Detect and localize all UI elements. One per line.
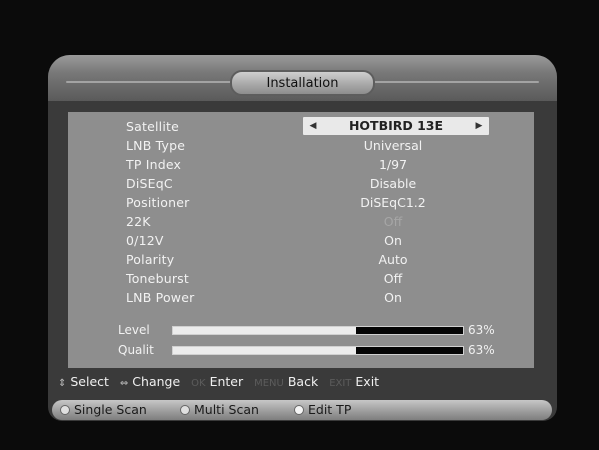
single-scan-button[interactable]: Single Scan	[60, 400, 147, 420]
setting-row-satellite[interactable]: Satellite	[68, 117, 534, 136]
quality-bar	[172, 346, 464, 355]
setting-row-lnb-power[interactable]: LNB Power On	[68, 288, 534, 307]
help-enter: Enter	[209, 374, 244, 389]
help-back: Back	[287, 374, 319, 389]
setting-row-positioner[interactable]: Positioner DiSEqC1.2	[68, 193, 534, 212]
page-title: Installation	[230, 70, 375, 96]
22k-label: 22K	[126, 214, 151, 229]
0-12v-label: 0/12V	[126, 233, 164, 248]
setting-row-0-12v[interactable]: 0/12V On	[68, 231, 534, 250]
exit-key-label: EXIT	[329, 378, 352, 389]
help-change: Change	[132, 374, 181, 389]
22k-value: Off	[383, 214, 403, 229]
diseqc-value: Disable	[369, 176, 417, 191]
lnb-power-value: On	[384, 290, 402, 305]
tp-index-value: 1/97	[378, 157, 408, 172]
polarity-value: Auto	[378, 252, 408, 267]
ok-key-label: OK	[191, 378, 206, 389]
setting-row-tp-index[interactable]: TP Index 1/97	[68, 155, 534, 174]
help-bar: ⇕ Select ⇔ Change OK Enter MENU Back EXI…	[58, 372, 538, 392]
toneburst-label: Toneburst	[126, 271, 189, 286]
menu-key-label: MENU	[254, 378, 284, 389]
0-12v-value: On	[384, 233, 402, 248]
change-key-icon: ⇔	[119, 378, 129, 389]
signal-quality-row: Qualit 63%	[68, 342, 534, 358]
quality-bar-fill	[173, 347, 356, 354]
satellite-label: Satellite	[126, 119, 179, 134]
edit-tp-label: Edit TP	[308, 402, 352, 417]
setting-row-lnb-type[interactable]: LNB Type Universal	[68, 136, 534, 155]
select-key-icon: ⇕	[58, 378, 67, 389]
tp-index-label: TP Index	[126, 157, 182, 172]
help-exit: Exit	[355, 374, 380, 389]
level-percent: 63%	[468, 323, 495, 337]
positioner-label: Positioner	[126, 195, 190, 210]
polarity-label: Polarity	[126, 252, 175, 267]
lnb-power-label: LNB Power	[126, 290, 195, 305]
setting-row-polarity[interactable]: Polarity Auto	[68, 250, 534, 269]
edit-tp-button[interactable]: Edit TP	[294, 400, 351, 420]
scan-bar: Single Scan Multi Scan Edit TP	[52, 400, 552, 420]
quality-percent: 63%	[468, 343, 495, 357]
diseqc-label: DiSEqC	[126, 176, 173, 191]
signal-level-row: Level 63%	[68, 322, 534, 338]
setting-row-toneburst[interactable]: Toneburst Off	[68, 269, 534, 288]
lnb-type-label: LNB Type	[126, 138, 186, 153]
multi-scan-label: Multi Scan	[194, 402, 259, 417]
quality-label: Qualit	[118, 343, 154, 357]
toneburst-value: Off	[383, 271, 403, 286]
red-dot-icon	[60, 405, 70, 415]
level-bar	[172, 326, 464, 335]
setting-row-diseqc[interactable]: DiSEqC Disable	[68, 174, 534, 193]
lnb-type-value: Universal	[363, 138, 423, 153]
setting-row-22k: 22K Off	[68, 212, 534, 231]
settings-panel: ◀ HOTBIRD 13E ▶ Satellite LNB Type Unive…	[68, 112, 534, 368]
positioner-value: DiSEqC1.2	[360, 195, 426, 210]
installation-screen: Installation ◀ HOTBIRD 13E ▶ Satellite L…	[0, 0, 599, 450]
green-dot-icon	[180, 405, 190, 415]
multi-scan-button[interactable]: Multi Scan	[180, 400, 259, 420]
single-scan-label: Single Scan	[74, 402, 147, 417]
yellow-dot-icon	[294, 405, 304, 415]
help-select: Select	[70, 374, 109, 389]
level-bar-fill	[173, 327, 356, 334]
level-label: Level	[118, 323, 150, 337]
